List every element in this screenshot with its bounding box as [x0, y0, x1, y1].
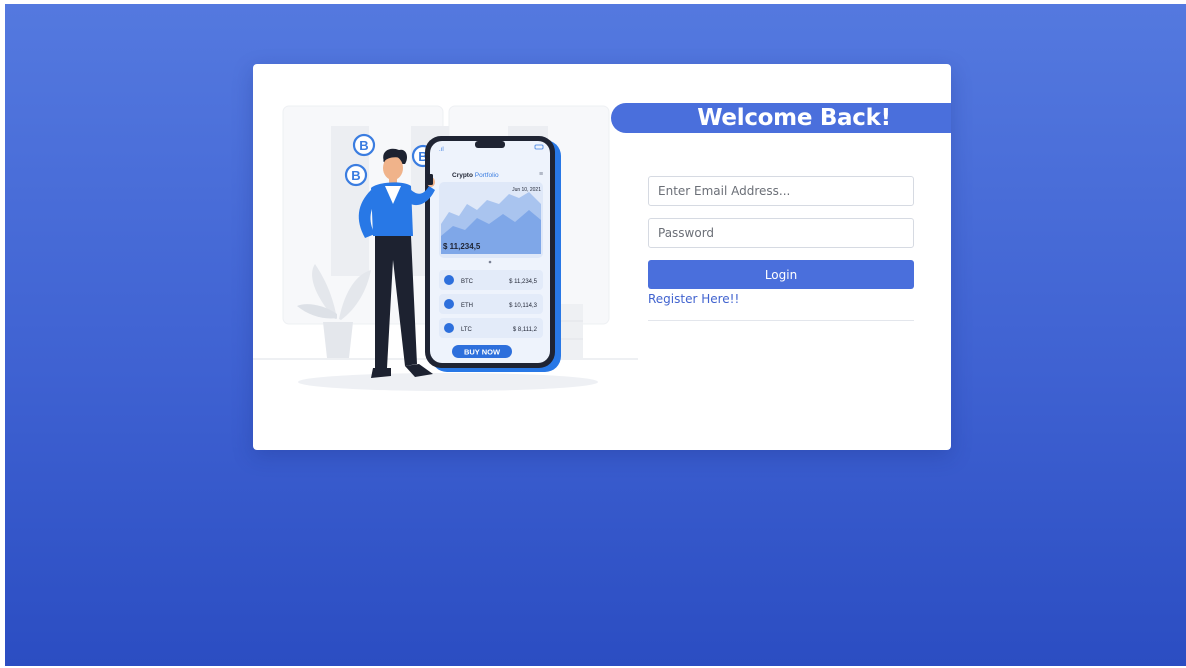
svg-text:B: B: [351, 168, 360, 183]
svg-text:$ 8,111,2: $ 8,111,2: [513, 327, 538, 333]
ethereum-icon: [444, 299, 454, 309]
svg-text:$ 11,234,5: $ 11,234,5: [443, 242, 481, 251]
crypto-illustration: B B B .ıl Crypto Portfolio ≡ Jun 10, 202…: [253, 64, 643, 450]
svg-text:BUY NOW: BUY NOW: [464, 348, 501, 357]
email-field[interactable]: [648, 176, 914, 206]
password-field[interactable]: [648, 218, 914, 248]
login-form: Login Register Here!!: [648, 176, 915, 321]
coin-row: ETH $ 10,114,3: [439, 294, 543, 314]
svg-text:$ 11,234,5: $ 11,234,5: [509, 279, 538, 285]
phone-mockup: .ıl Crypto Portfolio ≡ Jun 10, 2021 $ 11…: [425, 136, 561, 372]
svg-text:LTC: LTC: [461, 327, 473, 333]
bitcoin-icon: [444, 275, 454, 285]
svg-text:$ 10,114,3: $ 10,114,3: [509, 303, 538, 309]
register-link[interactable]: Register Here!!: [648, 292, 739, 306]
buy-now-button: BUY NOW: [452, 345, 512, 358]
coin-row: BTC $ 11,234,5: [439, 270, 543, 290]
svg-text:.ıl: .ıl: [439, 147, 444, 153]
form-divider: [648, 320, 914, 321]
page-title: Welcome Back!: [697, 105, 891, 131]
svg-text:B: B: [359, 138, 368, 153]
page-background: B B B .ıl Crypto Portfolio ≡ Jun 10, 202…: [5, 4, 1186, 666]
welcome-banner: Welcome Back!: [611, 103, 951, 133]
coin-row: LTC $ 8,111,2: [439, 318, 543, 338]
svg-text:Crypto Portfolio: Crypto Portfolio: [452, 172, 499, 179]
login-button[interactable]: Login: [648, 260, 914, 289]
svg-text:Jun 10, 2021: Jun 10, 2021: [512, 187, 541, 193]
coin-badge-icon: B: [352, 133, 376, 157]
svg-text:≡: ≡: [539, 171, 543, 178]
litecoin-icon: [444, 323, 454, 333]
login-card: B B B .ıl Crypto Portfolio ≡ Jun 10, 202…: [253, 64, 951, 450]
svg-text:ETH: ETH: [461, 303, 473, 309]
svg-text:BTC: BTC: [461, 279, 474, 285]
coin-badge-icon: B: [344, 163, 368, 187]
